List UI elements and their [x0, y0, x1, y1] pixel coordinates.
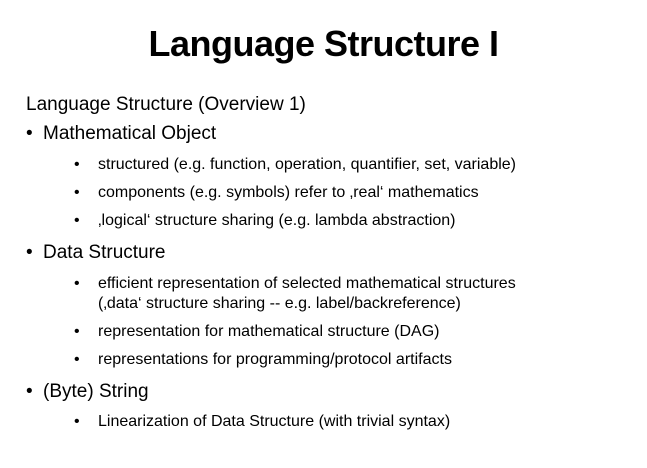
slide: Language Structure I Language Structure …: [0, 0, 647, 468]
bullet-icon: •: [74, 413, 80, 430]
bullet-icon: •: [74, 351, 80, 368]
section-label: Data Structure: [43, 242, 166, 263]
section-byte-string: • (Byte) String: [26, 380, 149, 404]
list-item: • components (e.g. symbols) refer to ‚re…: [74, 183, 479, 203]
section-mathematical-object: • Mathematical Object: [26, 122, 216, 146]
section-label: (Byte) String: [43, 381, 149, 402]
list-item-text: structured (e.g. function, operation, qu…: [98, 156, 517, 173]
section-data-structure: • Data Structure: [26, 241, 166, 265]
bullet-icon: •: [74, 275, 80, 292]
list-item-text: representation for mathematical structur…: [98, 323, 440, 340]
bullet-icon: •: [74, 323, 80, 340]
bullet-icon: •: [74, 184, 80, 201]
list-item-text: components (e.g. symbols) refer to ‚real…: [98, 184, 479, 201]
list-item-text: representations for programming/protocol…: [98, 351, 452, 368]
section-label: Mathematical Object: [43, 123, 217, 144]
list-item-text: Linearization of Data Structure (with tr…: [98, 413, 451, 430]
list-item: • representations for programming/protoc…: [74, 350, 452, 370]
list-item: • structured (e.g. function, operation, …: [74, 155, 516, 175]
list-item-text: ‚logical‘ structure sharing (e.g. lambda…: [98, 212, 456, 229]
bullet-icon: •: [26, 381, 33, 402]
bullet-icon: •: [26, 123, 33, 144]
bullet-icon: •: [26, 242, 33, 263]
bullet-icon: •: [74, 156, 80, 173]
list-item-text: efficient representation of selected mat…: [98, 275, 516, 292]
bullet-icon: •: [74, 212, 80, 229]
slide-title: Language Structure I: [148, 23, 499, 64]
list-item: • representation for mathematical struct…: [74, 322, 439, 342]
slide-intro: Language Structure (Overview 1): [26, 94, 306, 115]
list-item-text-continued: (‚data‘ structure sharing -- e.g. label/…: [98, 295, 461, 312]
list-item: • ‚logical‘ structure sharing (e.g. lamb…: [74, 211, 456, 231]
list-item: • efficient representation of selected m…: [74, 274, 516, 314]
list-item: • Linearization of Data Structure (with …: [74, 412, 450, 432]
